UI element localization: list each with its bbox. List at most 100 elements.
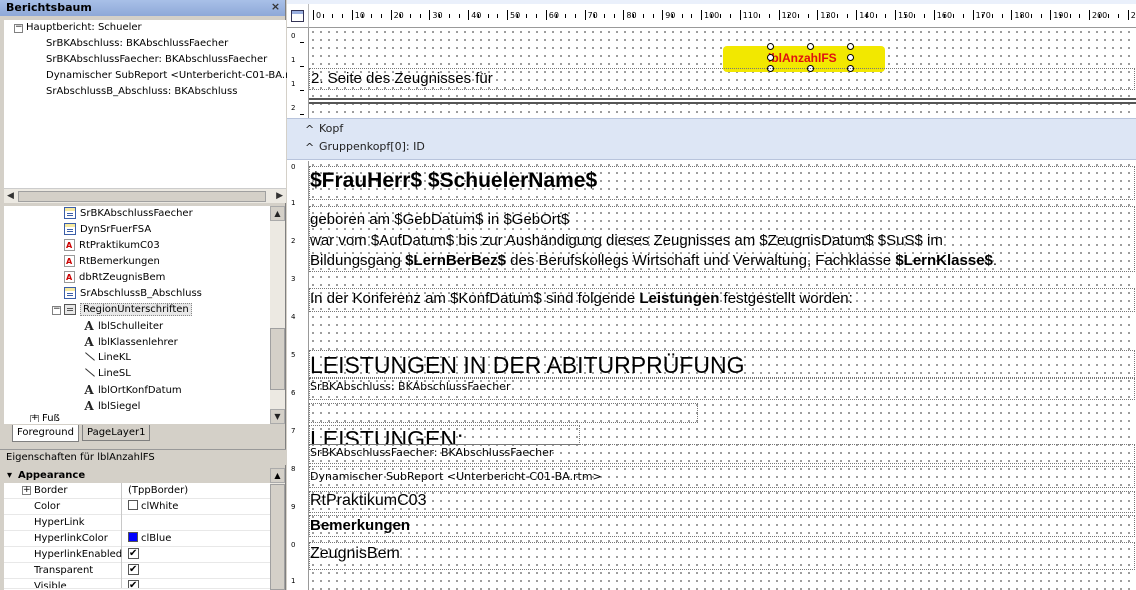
zeugnis-bem-box[interactable] (309, 542, 1135, 570)
expand-icon[interactable]: + (30, 414, 39, 422)
geboren-line[interactable]: geboren am $GebDatum$ in $GebOrt$ (310, 211, 569, 228)
tree-root-item[interactable]: − Hauptbericht: Schueler (4, 20, 286, 36)
tree-item[interactable]: SrAbschlussB_Abschluss: BKAbschluss (4, 84, 286, 100)
component-item[interactable]: dbRtZeugnisBem (4, 270, 270, 286)
properties-grid[interactable]: Appearance + Border (TppBorder) Color cl… (4, 468, 270, 590)
ruler-minor-tick (410, 14, 411, 18)
property-row[interactable]: Visible (4, 579, 270, 589)
component-label: lblSiegel (98, 401, 141, 412)
war-vom-line[interactable]: war vom $AufDatum$ bis zur Aushändigung … (310, 232, 943, 249)
ruler-minor-tick (681, 14, 683, 18)
header-double-line[interactable] (309, 98, 1136, 104)
schueler-name-label[interactable]: $FrauHerr$ $SchuelerName$ (310, 169, 597, 193)
zeugnis-bem[interactable]: ZeugnisBem (310, 545, 400, 563)
ruler-minor-tick (962, 14, 964, 18)
tree-item[interactable]: Dynamischer SubReport <Unterbericht-C01-… (4, 68, 311, 84)
bemerkungen-box[interactable] (309, 515, 1135, 537)
konferenz-line[interactable]: In der Konferenz am $KonfDatum$ sind fol… (310, 290, 853, 307)
property-row[interactable]: HyperLink (4, 515, 270, 531)
band-divider[interactable]: Kopf Gruppenkopf[0]: ID (287, 118, 1136, 160)
property-row[interactable]: Color clWhite (4, 499, 270, 515)
bildungsgang-line[interactable]: Bildungsgang $LernBerBez$ des Berufskoll… (310, 252, 997, 269)
property-row[interactable]: HyperlinkColor clBlue (4, 531, 270, 547)
report-tree[interactable]: − Hauptbericht: Schueler SrBKAbschluss: B… (4, 20, 311, 188)
component-item[interactable]: + Fuß (4, 414, 270, 422)
tab-pagelayer1[interactable]: PageLayer1 (82, 425, 151, 441)
scroll-thumb[interactable] (270, 484, 285, 590)
property-row[interactable]: + Border (TppBorder) (4, 483, 270, 499)
leistungen-heading-box[interactable]: LEISTUNGEN: (309, 425, 580, 445)
property-row[interactable]: HyperlinkEnabled (4, 546, 270, 563)
scroll-thumb[interactable] (270, 328, 285, 390)
band-kopf-label[interactable]: Kopf (305, 122, 343, 136)
text-run: des Berufskollegs Wirtschaft und Verwalt… (505, 252, 896, 269)
bemerkungen-label[interactable]: Bemerkungen (310, 517, 410, 534)
ruler-minor-tick (768, 14, 770, 18)
component-item[interactable]: SrBKAbschlussFaecher (4, 206, 270, 222)
design-canvas[interactable]: 0102030405060708090100110120130140150160… (287, 0, 1136, 590)
empty-box[interactable] (309, 403, 698, 423)
band-gruppenkopf-label[interactable]: Gruppenkopf[0]: ID (305, 140, 425, 154)
page2-title[interactable]: 2. Seite des Zeugnisses für (311, 70, 493, 87)
dyn-subreport[interactable]: Dynamischer SubReport <Unterbericht-C01-… (310, 470, 602, 483)
component-item[interactable]: DynSrFuerFSA (4, 222, 270, 238)
resize-handle[interactable] (767, 54, 774, 61)
property-value[interactable] (124, 562, 139, 579)
resize-handle[interactable] (807, 43, 814, 50)
color-swatch (128, 500, 138, 510)
property-value[interactable]: (TppBorder) (124, 483, 188, 499)
text-run: In der Konferenz am $KonfDatum$ sind fol… (310, 290, 640, 307)
component-item[interactable]: LineSL (4, 366, 270, 382)
resize-handle[interactable] (767, 43, 774, 50)
abitur-heading[interactable]: LEISTUNGEN IN DER ABITURPRÜFUNG (310, 352, 745, 379)
component-item[interactable]: AlblOrtKonfDatum (4, 382, 270, 398)
scroll-up-icon[interactable]: ▲ (270, 206, 285, 221)
component-item-region[interactable]: − RegionUnterschriften (4, 302, 270, 318)
component-item[interactable]: RtBemerkungen (4, 254, 270, 270)
leistungen-heading[interactable]: LEISTUNGEN: (310, 426, 463, 444)
scroll-thumb[interactable] (18, 191, 266, 202)
property-value[interactable] (124, 546, 139, 563)
scroll-right-icon[interactable]: ▶ (276, 191, 283, 201)
scroll-up-icon[interactable]: ▲ (270, 468, 285, 483)
rt-praktikum-box[interactable] (309, 491, 1135, 513)
component-item[interactable]: AlblSchulleiter (4, 318, 270, 334)
property-value[interactable]: clBlue (124, 531, 171, 547)
component-item[interactable]: AlblSiegel (4, 398, 270, 414)
subreport-faecher[interactable]: SrBKAbschlussFaecher: BKAbschlussFaecher (310, 446, 553, 459)
property-value[interactable]: clWhite (124, 499, 178, 515)
collapse-icon[interactable]: − (52, 305, 61, 315)
vertical-ruler: 0112 (287, 28, 309, 122)
component-item[interactable]: AlblKlassenlehrer (4, 334, 270, 350)
component-item[interactable]: LineKL (4, 350, 270, 366)
tab-foreground[interactable]: Foreground (12, 425, 79, 442)
component-tree[interactable]: SrBKAbschlussFaecher DynSrFuerFSA RtPrak… (4, 206, 270, 424)
checkbox[interactable] (128, 562, 139, 578)
lbl-anzahl-fs[interactable]: lblAnzahlFS (768, 51, 837, 65)
tree-item[interactable]: SrBKAbschluss: BKAbschlussFaecher (4, 36, 286, 52)
report-tree-hscrollbar[interactable]: ◀ ▶ (4, 188, 286, 203)
properties-vscrollbar[interactable]: ▲ (270, 468, 285, 590)
resize-handle[interactable] (847, 43, 854, 50)
scroll-left-icon[interactable]: ◀ (7, 191, 14, 201)
ruler-corner[interactable] (287, 4, 309, 28)
close-icon[interactable]: × (269, 1, 282, 14)
subreport-abschluss[interactable]: SrBKAbschluss: BKAbschlussFaecher (310, 380, 510, 393)
component-label: Fuß (42, 414, 60, 422)
rt-praktikum[interactable]: RtPraktikumC03 (310, 492, 426, 510)
checkbox[interactable] (128, 546, 139, 562)
ruler-minor-tick (342, 14, 344, 18)
component-item[interactable]: SrAbschlussB_Abschluss (4, 286, 270, 302)
tree-item[interactable]: SrBKAbschlussFaecher: BKAbschlussFaecher (4, 52, 286, 68)
component-label: lblSchulleiter (98, 321, 164, 332)
property-category[interactable]: Appearance (4, 468, 270, 483)
checkbox[interactable] (128, 579, 139, 588)
property-row[interactable]: Transparent (4, 562, 270, 579)
property-value[interactable] (124, 579, 139, 588)
component-item[interactable]: RtPraktikumC03 (4, 238, 270, 254)
scroll-down-icon[interactable]: ▼ (270, 409, 285, 424)
component-tree-vscrollbar[interactable]: ▲ ▼ (270, 206, 285, 424)
collapse-icon[interactable]: − (14, 23, 23, 33)
resize-handle[interactable] (847, 54, 854, 61)
table-icon[interactable] (291, 10, 304, 22)
